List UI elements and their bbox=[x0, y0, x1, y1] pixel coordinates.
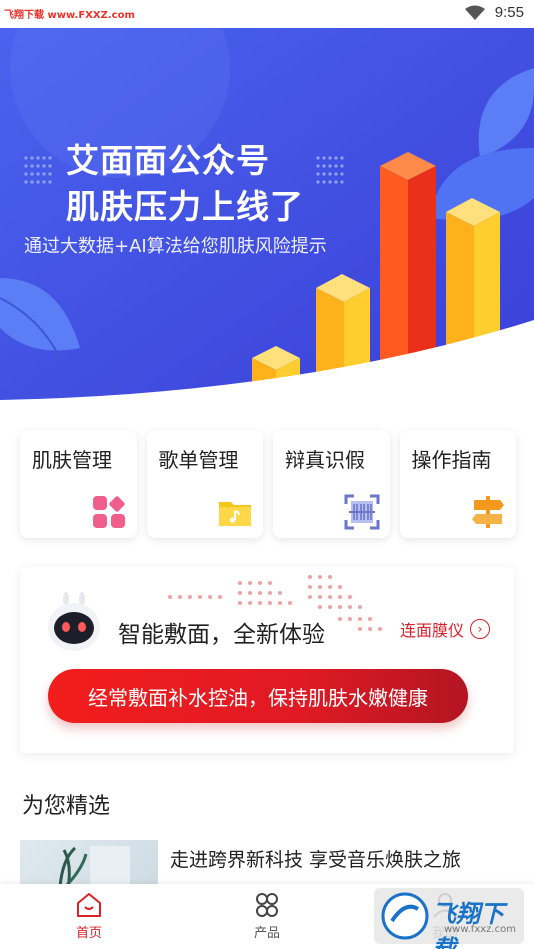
home-icon bbox=[77, 893, 101, 917]
feature-operation-guide[interactable]: 操作指南 bbox=[399, 430, 516, 538]
feature-label: 肌肤管理 bbox=[32, 448, 112, 472]
banner-subtitle: 通过大数据+AI算法给您肌肤风险提示 bbox=[24, 236, 327, 257]
music-folder-icon bbox=[219, 502, 251, 526]
feature-skin-management[interactable]: 肌肤管理 bbox=[20, 430, 137, 538]
connect-mask-device-link[interactable]: 连面膜仪 › bbox=[400, 617, 490, 641]
cta-label: 经常敷面补水控油，保持肌肤水嫩健康 bbox=[88, 685, 428, 710]
nav-products-label: 产品 bbox=[253, 926, 280, 941]
nav-home[interactable]: 首页 bbox=[0, 884, 178, 949]
watermark-url: www.fxxz.com bbox=[444, 924, 516, 935]
article-title: 走进跨界新科技 享受音乐焕肤之旅 bbox=[170, 849, 462, 871]
banner-title-line2: 肌肤压力上线了 bbox=[66, 187, 304, 226]
signpost-icon bbox=[472, 496, 504, 528]
chevron-right-icon: › bbox=[470, 619, 490, 639]
wifi-icon bbox=[464, 5, 485, 20]
mask-cta-button[interactable]: 经常敷面补水控油，保持肌肤水嫩健康 bbox=[48, 669, 468, 723]
grid-icon bbox=[92, 496, 125, 528]
feature-grid: 肌肤管理 歌单管理 辩真识假 操作指南 bbox=[20, 430, 516, 538]
watermark-text: 飞翔下载 bbox=[432, 900, 504, 949]
robot-icon bbox=[48, 592, 100, 651]
feature-playlist-management[interactable]: 歌单管理 bbox=[146, 430, 263, 538]
status-time: 9:55 bbox=[494, 4, 524, 21]
watermark-emblem bbox=[381, 892, 429, 940]
feature-label: 辩真识假 bbox=[285, 448, 365, 472]
feature-label: 歌单管理 bbox=[158, 448, 239, 472]
section-title: 为您精选 bbox=[22, 794, 111, 819]
feature-authenticity-check[interactable]: 辩真识假 bbox=[273, 430, 390, 538]
smart-mask-card: 智能敷面，全新体验 连面膜仪 › 经常敷面补水控油，保持肌肤水嫩健康 bbox=[20, 567, 514, 753]
promo-banner[interactable]: 艾面面公众号 肌肤压力上线了 通过大数据+AI算法给您肌肤风险提示 bbox=[0, 28, 534, 408]
feature-label: 操作指南 bbox=[411, 448, 492, 472]
nav-home-label: 首页 bbox=[75, 926, 102, 941]
nav-products[interactable]: 产品 bbox=[178, 884, 356, 949]
watermark-logo: 飞翔下载 www.fxxz.com bbox=[374, 888, 524, 949]
watermark-text: 飞翔下载 www.FXXZ.com bbox=[4, 10, 135, 21]
article-thumbnail bbox=[20, 840, 158, 888]
status-icons: 9:55 bbox=[464, 4, 524, 21]
article-item[interactable]: 走进跨界新科技 享受音乐焕肤之旅 bbox=[20, 840, 520, 888]
mask-card-title: 智能敷面，全新体验 bbox=[118, 622, 325, 648]
plant-illustration bbox=[58, 846, 130, 888]
status-bar: 飞翔下载 www.FXXZ.com 9:55 bbox=[0, 0, 534, 28]
connect-link-label: 连面膜仪 bbox=[399, 621, 464, 640]
banner-title: 艾面面公众号 肌肤压力上线了 bbox=[66, 138, 304, 230]
scan-icon bbox=[344, 494, 379, 530]
products-icon bbox=[256, 893, 278, 917]
banner-title-line1: 艾面面公众号 bbox=[66, 141, 270, 180]
